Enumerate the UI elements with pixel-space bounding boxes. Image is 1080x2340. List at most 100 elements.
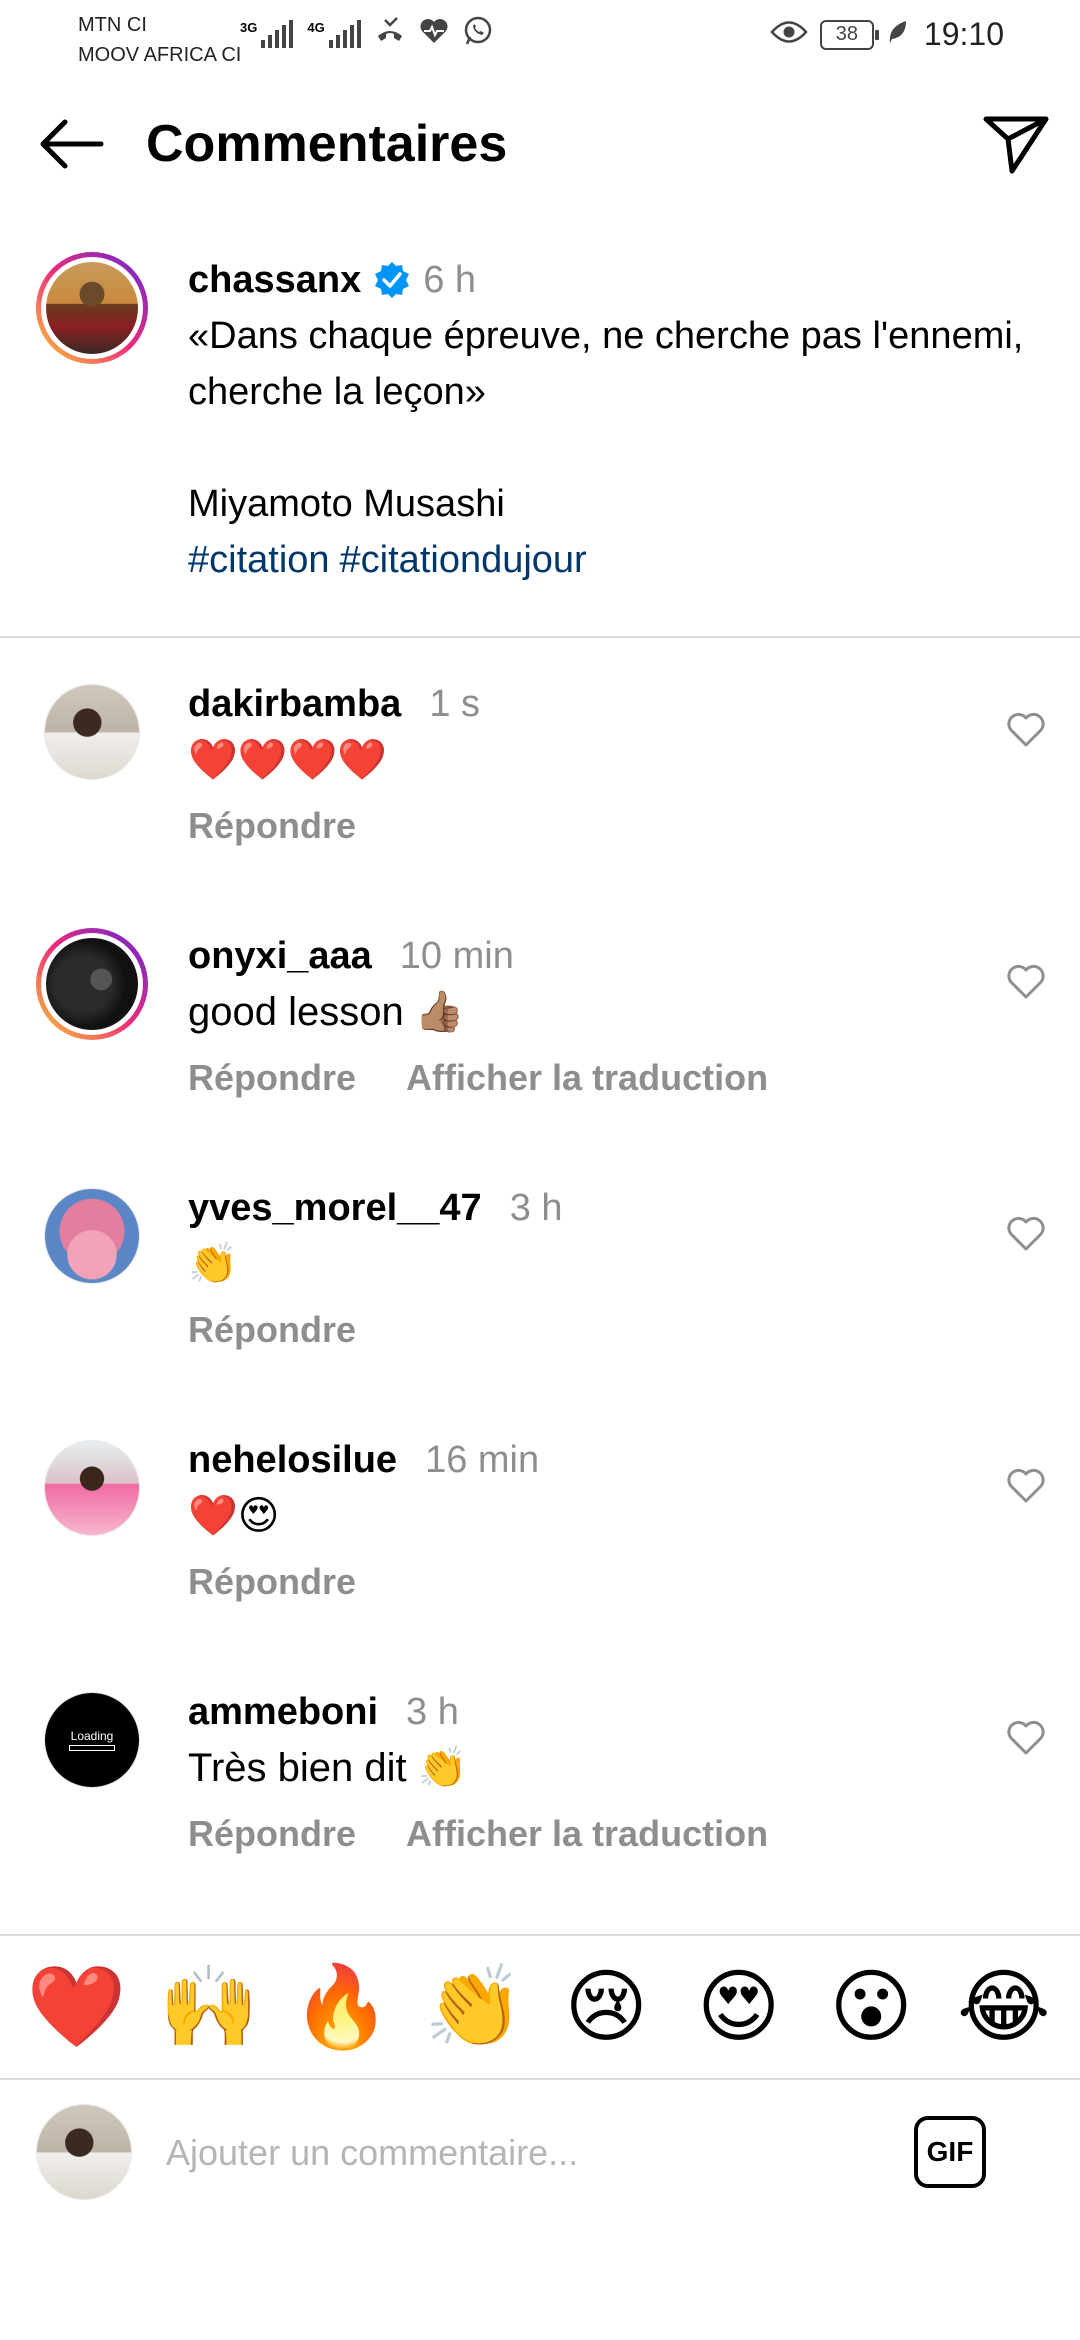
caption-header: chassanx 6 h [188,256,1048,304]
reply-button[interactable]: Répondre [188,798,356,854]
comment-composer: GIF [0,2080,1080,2220]
hashtag-link[interactable]: #citation [188,539,330,581]
post-caption: chassanx 6 h «Dans chaque épreuve, ne ch… [0,240,1080,636]
comment-item: yves_morel__47 3 h 👏 Répondre [0,1180,1080,1380]
network-3g-label: 3G [240,19,258,35]
comment-body: yves_morel__47 3 h 👏 Répondre [188,1180,948,1358]
story-ring [41,933,143,1035]
hashtag-link[interactable]: #citationdujour [340,539,587,581]
author-username[interactable]: chassanx [188,259,361,302]
signal-4g-icon: 4G [307,19,361,48]
emoji-crying-button[interactable]: 😢 [551,1957,661,2057]
avatar-loading-text: Loading [70,1729,114,1743]
carrier-names: MTN CI MOOV AFRICA CI [78,10,241,70]
emoji-laughing-button[interactable]: 😂 [949,1957,1059,2057]
commenter-username[interactable]: ammeboni [188,1684,378,1740]
comment-time: 16 min [425,1439,540,1481]
avatar-photo [45,685,139,779]
arrow-left-icon [40,119,104,169]
emoji-fire-button[interactable]: 🔥 [286,1957,396,2057]
story-ring [41,257,143,359]
commenter-avatar[interactable]: Loading [44,1692,140,1788]
comments-screen: MTN CI MOOV AFRICA CI 3G 4G 38 19:10 Com… [0,0,1080,2340]
comment-header: nehelosilue 16 min [188,1432,948,1488]
reply-button[interactable]: Répondre [188,1554,356,1610]
comment-input[interactable] [164,2116,888,2190]
heart-rate-icon [419,17,449,50]
commenter-username[interactable]: onyxi_aaa [188,928,372,984]
comment-actions: Répondre [188,1554,948,1610]
like-comment-button[interactable] [1002,1714,1050,1762]
status-bar: MTN CI MOOV AFRICA CI 3G 4G 38 19:10 [0,0,1080,72]
power-saving-leaf-icon [886,19,908,50]
share-button[interactable] [978,106,1054,182]
missed-call-icon [375,16,405,51]
comment-body: ammeboni 3 h Très bien dit 👏 Répondre Af… [188,1684,948,1862]
comment-text: ❤️❤️❤️❤️ [188,738,388,782]
battery-indicator: 38 [819,19,879,50]
author-avatar[interactable] [36,252,148,364]
see-translation-button[interactable]: Afficher la traduction [406,1806,768,1862]
emoji-heart-eyes-button[interactable]: 😍 [684,1957,794,2057]
avatar-photo [45,1441,139,1535]
reply-button[interactable]: Répondre [188,1302,356,1358]
commenter-username[interactable]: nehelosilue [188,1432,397,1488]
clock: 19:10 [923,16,1004,52]
commenter-username[interactable]: yves_morel__47 [188,1180,482,1236]
heart-outline-icon [1007,1216,1045,1251]
caption-text: «Dans chaque épreuve, ne cherche pas l'e… [188,315,1024,525]
avatar-photo [45,1189,139,1283]
comment-text: good lesson 👍🏽 [188,990,465,1034]
caption-divider [0,636,1080,638]
comment-body: nehelosilue 16 min ❤️😍 Répondre [188,1432,948,1610]
status-icons-right: 38 19:10 [770,16,1004,53]
commenter-avatar[interactable] [44,1188,140,1284]
see-translation-button[interactable]: Afficher la traduction [406,1050,768,1106]
whatsapp-icon [463,16,493,51]
caption-time: 6 h [423,258,477,301]
heart-outline-icon [1007,1468,1045,1503]
commenter-avatar[interactable] [44,1440,140,1536]
comment-actions: Répondre Afficher la traduction [188,1806,948,1862]
verified-badge-icon [373,261,411,299]
heart-outline-icon [1007,964,1045,999]
emoji-raised-hands-button[interactable]: 🙌 [154,1957,264,2057]
comment-item: dakirbamba 1 s ❤️❤️❤️❤️ Répondre [0,676,1080,876]
comment-header: onyxi_aaa 10 min [188,928,948,984]
carrier-2: MOOV AFRICA CI [78,44,242,66]
paper-plane-icon [983,116,1049,174]
commenter-avatar[interactable] [44,684,140,780]
current-user-avatar [36,2104,132,2200]
avatar-loading-bar [69,1745,115,1751]
reply-button[interactable]: Répondre [188,1806,356,1862]
comment-item: onyxi_aaa 10 min good lesson 👍🏽 Répondre… [0,928,1080,1128]
eye-icon [770,19,808,50]
comment-body: dakirbamba 1 s ❤️❤️❤️❤️ Répondre [188,676,948,854]
comment-header: dakirbamba 1 s [188,676,948,732]
signal-3g-icon: 3G [240,19,294,48]
like-comment-button[interactable] [1002,958,1050,1006]
emoji-heart-button[interactable]: ❤️ [21,1957,131,2057]
carrier-1: MTN CI [78,14,147,36]
emoji-surprised-button[interactable]: 😮 [816,1957,926,2057]
comment-actions: Répondre [188,1302,948,1358]
gif-button[interactable]: GIF [914,2116,986,2188]
page-title: Commentaires [146,115,508,173]
heart-outline-icon [1007,1720,1045,1755]
commenter-avatar[interactable] [36,928,148,1040]
hashtag-list: #citation #citationdujour [188,532,1048,588]
like-comment-button[interactable] [1002,706,1050,754]
back-button[interactable] [30,112,110,176]
avatar-photo: Loading [45,1693,139,1787]
commenter-username[interactable]: dakirbamba [188,676,401,732]
comment-text: Très bien dit 👏 [188,1746,468,1790]
like-comment-button[interactable] [1002,1210,1050,1258]
comment-text: ❤️😍 [188,1494,280,1538]
author-photo [46,262,138,354]
comment-header: yves_morel__47 3 h [188,1180,948,1236]
comment-time: 10 min [399,935,514,977]
reply-button[interactable]: Répondre [188,1050,356,1106]
comment-time: 3 h [509,1187,563,1229]
emoji-clap-button[interactable]: 👏 [419,1957,529,2057]
like-comment-button[interactable] [1002,1462,1050,1510]
